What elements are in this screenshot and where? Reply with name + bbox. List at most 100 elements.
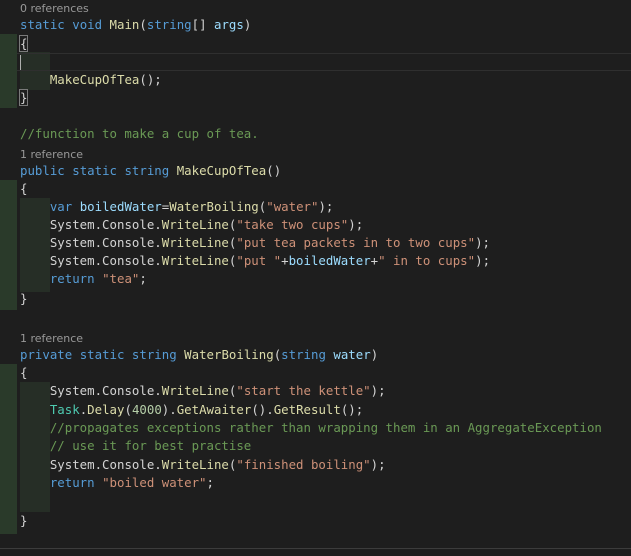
code-line[interactable] (20, 53, 21, 71)
string-literal: " in to cups" (378, 253, 476, 268)
gutter-change-bar (0, 364, 17, 534)
code-line[interactable]: System.Console.WriteLine("put tea packet… (20, 234, 490, 252)
string-literal: "take two cups" (236, 217, 349, 232)
code-line[interactable]: return "tea"; (20, 270, 147, 288)
codelens-references[interactable]: 0 references (20, 2, 89, 16)
string-literal: "water" (266, 199, 319, 214)
string-literal: "finished boiling" (236, 457, 371, 472)
punctuation: (); (340, 402, 364, 417)
punctuation: ); (370, 383, 386, 398)
open-brace: { (18, 35, 29, 52)
keyword: string (124, 163, 170, 178)
punctuation: ; (206, 475, 214, 490)
keyword: return (49, 475, 95, 490)
string-literal: "tea" (102, 271, 140, 286)
close-brace: } (20, 513, 28, 528)
open-brace: { (20, 181, 28, 196)
code-editor[interactable]: 0 references static void Main(string[] a… (0, 0, 631, 556)
punctuation: ( (124, 402, 132, 417)
parameter: args (214, 17, 244, 32)
punctuation: () (266, 163, 282, 178)
editor-bottom-border (0, 548, 631, 549)
method-call: Delay (87, 402, 125, 417)
code-line[interactable]: private static string WaterBoiling(strin… (20, 346, 378, 364)
code-line[interactable]: } (20, 512, 27, 530)
punctuation: ); (318, 199, 334, 214)
punctuation: ); (475, 253, 491, 268)
punctuation: (). (251, 402, 274, 417)
keyword: static (72, 163, 117, 178)
comment: // use it for best practise (49, 438, 252, 453)
code-line[interactable]: // use it for best practise (20, 437, 251, 455)
keyword: private (20, 347, 73, 362)
comment: //function to make a cup of tea. (20, 126, 259, 141)
namespace: System.Console. (49, 383, 162, 398)
variable: boiledWater (288, 253, 371, 268)
string-literal: "put tea packets in to two cups" (236, 235, 476, 250)
punctuation: ) (370, 347, 379, 362)
code-line[interactable]: static void Main(string[] args) (20, 16, 251, 34)
punctuation: ); (475, 235, 490, 250)
gutter-change-bar (0, 180, 17, 310)
keyword: static (20, 17, 65, 32)
code-line[interactable]: return "boiled water"; (20, 474, 214, 492)
punctuation: ). (161, 402, 177, 417)
namespace: System.Console. (49, 235, 162, 250)
code-line[interactable]: //propagates exceptions rather than wrap… (20, 419, 602, 437)
variable: boiledWater (79, 199, 162, 214)
code-line[interactable]: System.Console.WriteLine("finished boili… (20, 456, 386, 474)
number-literal: 4000 (131, 402, 162, 417)
type-name: Task (49, 402, 80, 417)
code-line[interactable]: { (18, 35, 29, 53)
code-line[interactable]: } (18, 89, 29, 107)
parameter: water (333, 347, 371, 362)
code-line[interactable]: System.Console.WriteLine("start the kett… (20, 382, 386, 400)
code-line[interactable]: public static string MakeCupOfTea() (20, 162, 281, 180)
code-line[interactable]: var boiledWater=WaterBoiling("water"); (20, 198, 334, 216)
gutter-change-bar (0, 34, 17, 108)
namespace: System.Console. (49, 457, 162, 472)
code-line[interactable]: //function to make a cup of tea. (20, 125, 259, 143)
string-literal: "boiled water" (102, 475, 207, 490)
open-brace: { (20, 365, 28, 380)
keyword: string (131, 347, 177, 362)
close-brace: } (20, 291, 28, 306)
method-name: MakeCupOfTea (176, 163, 267, 178)
keyword: string (146, 17, 192, 32)
comment: //propagates exceptions rather than wrap… (49, 420, 602, 435)
codelens-references[interactable]: 1 reference (20, 332, 83, 346)
keyword: static (79, 347, 125, 362)
punctuation: ); (348, 217, 364, 232)
punctuation: ); (370, 457, 386, 472)
method-call: WriteLine (161, 457, 229, 472)
keyword: string (281, 347, 326, 362)
operator: + (370, 253, 379, 268)
method-call: WriteLine (161, 253, 229, 268)
codelens-references[interactable]: 1 reference (20, 148, 83, 162)
code-line[interactable]: { (20, 180, 27, 198)
close-brace: } (18, 89, 29, 106)
code-line[interactable]: Task.Delay(4000).GetAwaiter().GetResult(… (20, 401, 363, 419)
keyword: var (49, 199, 73, 214)
code-line[interactable]: } (20, 290, 27, 308)
operator: + (281, 253, 289, 268)
punctuation: ) (243, 17, 252, 32)
method-call: WriteLine (161, 235, 229, 250)
method-call: WriteLine (161, 383, 229, 398)
string-literal: "start the kettle" (236, 383, 371, 398)
method-call: WriteLine (161, 217, 229, 232)
string-literal: "put " (236, 253, 282, 268)
punctuation: ; (139, 271, 147, 286)
code-line[interactable]: { (20, 364, 27, 382)
method-call: GetAwaiter (176, 402, 252, 417)
namespace: System.Console. (49, 217, 162, 232)
method-call: GetResult (273, 402, 341, 417)
code-line[interactable]: MakeCupOfTea(); (20, 71, 162, 89)
punctuation: [] (191, 17, 207, 32)
text-cursor (20, 55, 21, 70)
code-line[interactable]: System.Console.WriteLine("take two cups"… (20, 216, 363, 234)
method-call: MakeCupOfTea (49, 72, 140, 87)
keyword: public (20, 163, 65, 178)
namespace: System.Console. (49, 253, 162, 268)
code-line[interactable]: System.Console.WriteLine("put "+boiledWa… (20, 252, 490, 270)
